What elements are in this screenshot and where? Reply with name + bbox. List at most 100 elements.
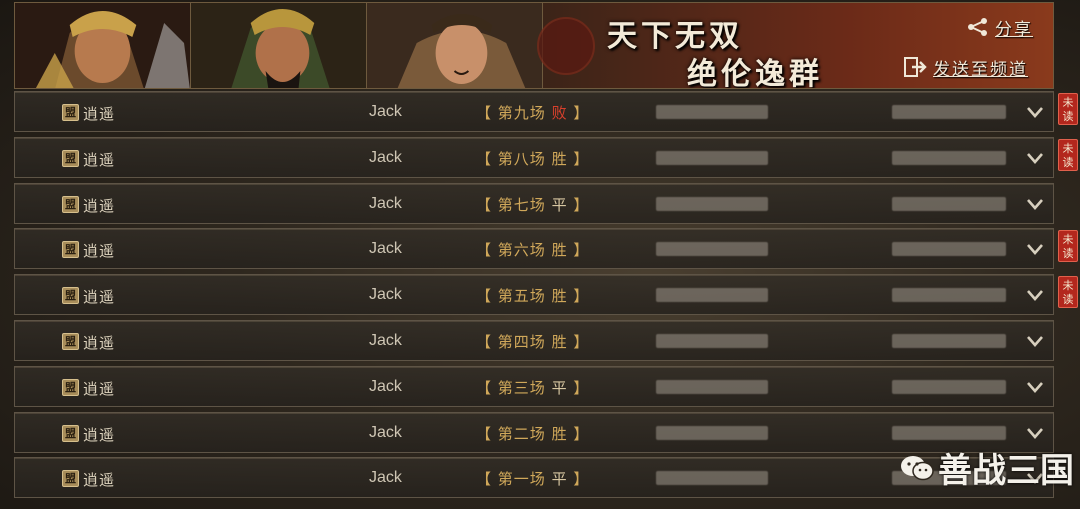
bracket-open: 【 — [476, 104, 498, 122]
redacted-time — [892, 242, 1006, 257]
opponent-name: Jack — [369, 286, 402, 304]
send-channel-icon — [904, 57, 927, 77]
battle-round-label: 第八场 — [497, 149, 546, 168]
battle-round: 【 第八场 胜 】 — [476, 148, 589, 169]
bracket-close: 】 — [567, 378, 590, 397]
bracket-close: 】 — [567, 332, 590, 351]
battle-round-label: 第七场 — [497, 195, 546, 214]
chevron-down-icon[interactable] — [1025, 104, 1045, 120]
battle-report-row[interactable]: 盟 逍遥 Jack 【 第六场 胜 】 — [14, 228, 1054, 270]
battle-round: 【 第三场 平 】 — [476, 377, 589, 398]
battle-report-row[interactable]: 盟 逍遥 Jack 【 第四场 胜 】 — [14, 319, 1054, 361]
battle-report-row[interactable]: 盟 逍遥 Jack 【 第二场 胜 】 — [14, 411, 1054, 453]
player-name: 逍遥 — [83, 150, 116, 169]
bracket-open: 【 — [476, 332, 498, 351]
player-name: 逍遥 — [83, 242, 116, 261]
chevron-down-icon[interactable] — [1025, 241, 1045, 257]
opponent-name: Jack — [369, 377, 402, 395]
hero-portrait-2 — [191, 3, 367, 88]
battle-round-label: 第五场 — [497, 287, 546, 306]
chevron-down-icon[interactable] — [1025, 333, 1045, 349]
redacted-time — [892, 379, 1006, 394]
redacted-info — [656, 288, 768, 303]
unread-badge: 未读 — [1058, 276, 1078, 309]
player-name: 逍遥 — [83, 105, 116, 123]
player-name: 逍遥 — [83, 196, 116, 215]
banner-slogan-line2: 绝伦逸群 — [687, 57, 823, 89]
battle-round: 【 第九场 败 】 — [476, 102, 589, 123]
unread-badge: 未读 — [1058, 138, 1078, 171]
battle-result: 败 — [551, 104, 568, 122]
redacted-info — [656, 105, 768, 119]
chevron-down-icon[interactable] — [1025, 287, 1045, 303]
player-name: 逍遥 — [83, 379, 116, 398]
faction-emblem — [537, 17, 595, 75]
battle-report-row[interactable]: 盟 逍遥 Jack 【 第一场 平 】 — [14, 457, 1054, 499]
alliance-badge-icon: 盟 — [62, 149, 79, 167]
battle-report-row[interactable]: 盟 逍遥 Jack 【 第七场 平 】 — [14, 182, 1054, 224]
redacted-time — [892, 105, 1006, 119]
bracket-open: 【 — [476, 470, 498, 489]
battle-round-label: 第六场 — [497, 241, 546, 260]
redacted-info — [656, 196, 768, 211]
alliance-badge-icon: 盟 — [62, 470, 79, 488]
chevron-down-icon[interactable] — [1025, 379, 1045, 395]
bracket-open: 【 — [476, 378, 498, 397]
alliance-badge-icon: 盟 — [62, 424, 79, 442]
share-label: 分享 — [995, 19, 1033, 40]
battle-round-label: 第二场 — [497, 424, 546, 443]
wechat-icon — [901, 455, 934, 480]
redacted-info — [656, 471, 768, 486]
battle-result: 胜 — [551, 149, 568, 168]
battle-report-row[interactable]: 盟 逍遥 Jack 【 第八场 胜 】 — [14, 136, 1054, 178]
chevron-down-icon[interactable] — [1025, 196, 1045, 212]
bracket-close: 】 — [567, 424, 590, 443]
bracket-close: 】 — [567, 287, 590, 306]
opponent-name: Jack — [369, 469, 402, 487]
redacted-info — [656, 425, 768, 440]
unread-badge: 未读 — [1058, 230, 1078, 263]
bracket-open: 【 — [476, 241, 498, 260]
battle-round: 【 第二场 胜 】 — [476, 423, 589, 444]
battle-report-row[interactable]: 盟 逍遥 Jack 【 第五场 胜 】 — [14, 274, 1054, 316]
unread-badge: 未读 — [1058, 93, 1078, 125]
alliance-badge-icon: 盟 — [62, 332, 79, 350]
bracket-open: 【 — [476, 149, 498, 168]
send-to-channel-label: 发送至频道 — [933, 59, 1028, 80]
battle-result: 胜 — [551, 241, 568, 260]
send-to-channel-button[interactable]: 发送至频道 — [903, 53, 1028, 81]
hero-portrait-1 — [15, 3, 191, 88]
chevron-down-icon[interactable] — [1025, 150, 1045, 166]
battle-round: 【 第五场 胜 】 — [476, 285, 589, 306]
hero-portrait-3 — [367, 3, 543, 88]
battle-report-row[interactable]: 盟 逍遥 Jack 【 第九场 败 】 — [14, 91, 1054, 132]
alliance-badge-icon: 盟 — [62, 378, 79, 396]
battle-report-row[interactable]: 盟 逍遥 Jack 【 第三场 平 】 — [14, 365, 1054, 407]
battle-report-list: 盟 逍遥 Jack 【 第九场 败 】 盟 逍遥 Jack 【 第八场 胜 】 … — [14, 91, 1054, 503]
bracket-open: 【 — [476, 424, 498, 443]
bracket-open: 【 — [476, 287, 498, 306]
redacted-time — [892, 288, 1006, 303]
alliance-badge-icon: 盟 — [62, 287, 79, 305]
battle-round-label: 第一场 — [497, 470, 546, 489]
opponent-name: Jack — [369, 148, 402, 166]
share-icon — [968, 18, 987, 36]
redacted-info — [656, 242, 768, 257]
redacted-info — [656, 379, 768, 394]
player-name: 逍遥 — [83, 471, 116, 490]
bracket-close: 】 — [567, 470, 590, 489]
redacted-info — [656, 333, 768, 348]
opponent-name: Jack — [369, 240, 402, 258]
banner: 天下无双 绝伦逸群 分享 发送至频道 — [14, 2, 1054, 89]
alliance-badge-icon: 盟 — [62, 241, 79, 259]
battle-round: 【 第六场 胜 】 — [476, 239, 589, 260]
battle-round: 【 第七场 平 】 — [476, 194, 589, 215]
opponent-name: Jack — [369, 194, 402, 212]
battle-round: 【 第一场 平 】 — [476, 468, 589, 489]
redacted-time — [892, 333, 1006, 348]
chevron-down-icon[interactable] — [1025, 425, 1045, 441]
player-name: 逍遥 — [83, 425, 116, 444]
share-button[interactable]: 分享 — [967, 15, 1033, 40]
bracket-close: 】 — [567, 149, 590, 168]
battle-round-label: 第四场 — [497, 332, 546, 351]
